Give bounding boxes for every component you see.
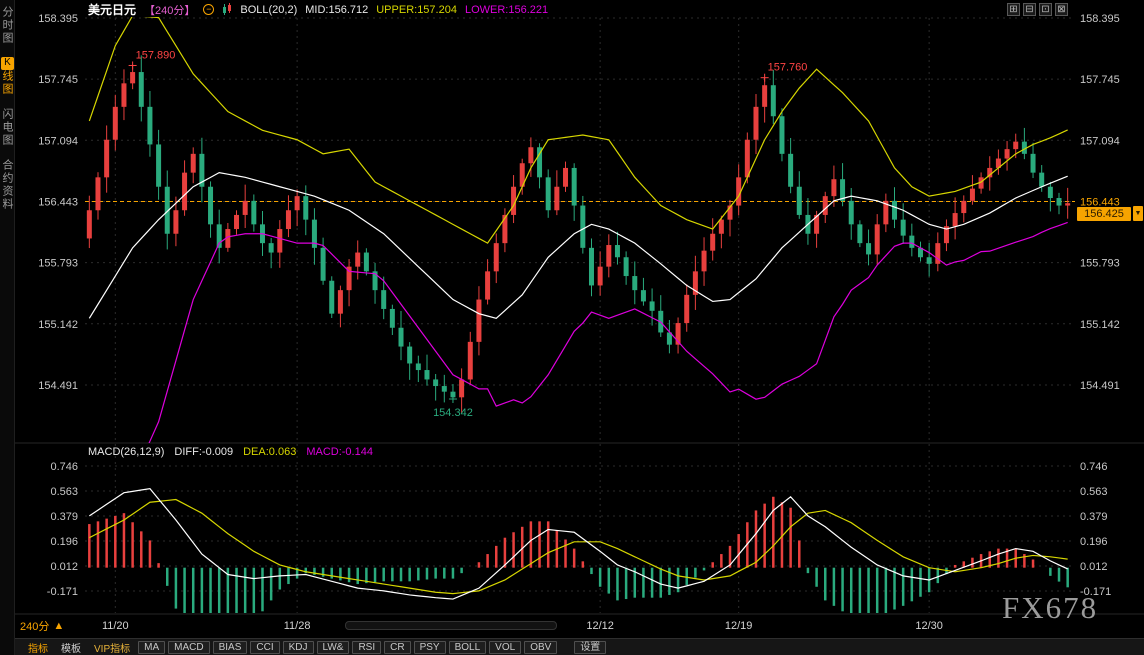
axis-label: -0.171 — [47, 586, 78, 598]
indicator-button-BOLL[interactable]: BOLL — [449, 641, 487, 654]
indicator-button-MACD[interactable]: MACD — [168, 641, 209, 654]
symbol-title: 美元日元 — [88, 1, 136, 18]
axis-label: 0.746 — [50, 461, 78, 473]
price-annotation: 157.760 — [768, 62, 808, 74]
axis-label: 0.563 — [1080, 486, 1108, 498]
toolbar-tab-模板[interactable]: 模板 — [56, 640, 86, 655]
axis-label: 157.094 — [38, 135, 78, 147]
price-chart-canvas[interactable]: 157.890157.760154.342158.395158.395157.7… — [0, 0, 1144, 655]
axis-label: 11/20 — [102, 620, 129, 632]
chart-scrollbar[interactable] — [345, 621, 557, 630]
sidebar-item-3[interactable]: 闪电图 — [0, 108, 15, 147]
timeframe-label[interactable]: 【240分】 — [144, 2, 195, 18]
indicator-button-CR[interactable]: CR — [384, 641, 410, 654]
axis-label: 155.793 — [38, 258, 78, 270]
toolbar-tab-VIP指标[interactable]: VIP指标 — [89, 640, 135, 655]
price-annotation: 157.890 — [136, 49, 176, 61]
close-panel-icon[interactable]: ⊠ — [1055, 3, 1068, 16]
axis-label: 154.491 — [1080, 380, 1120, 392]
boll-lower-value: LOWER:156.221 — [465, 4, 548, 16]
candle-icon — [222, 3, 232, 16]
boll-label[interactable]: BOLL(20,2) — [240, 4, 297, 16]
axis-label: 155.142 — [38, 319, 78, 331]
axis-label: 155.793 — [1080, 258, 1120, 270]
indicator-button-CCI[interactable]: CCI — [250, 641, 279, 654]
axis-label: 156.443 — [38, 197, 78, 209]
axis-label: 0.196 — [50, 536, 78, 548]
grid-layout-icon[interactable]: ⊟ — [1023, 3, 1036, 16]
indicator-button-RSI[interactable]: RSI — [352, 641, 381, 654]
indicator-button-OBV[interactable]: OBV — [524, 641, 557, 654]
axis-label: 0.746 — [1080, 461, 1108, 473]
period-toggle[interactable]: 240分 ▲ — [20, 618, 64, 634]
watermark: FX678 — [1002, 590, 1098, 626]
macd-bar-value: MACD:-0.144 — [306, 446, 373, 458]
axis-label: 157.094 — [1080, 135, 1120, 147]
macd-dea-value: DEA:0.063 — [243, 446, 296, 458]
last-price-tag: 156.425 — [1077, 207, 1131, 221]
left-sidebar: 分时图 K线图闪电图合约资料 — [0, 0, 15, 655]
axis-label: 157.745 — [1080, 74, 1120, 86]
sidebar-item-1[interactable]: 分时图 — [0, 6, 15, 45]
axis-label: 12/19 — [725, 620, 753, 632]
toolbar-tab-指标[interactable]: 指标 — [23, 640, 53, 655]
timeframe-menu-icon[interactable]: − — [203, 4, 214, 15]
period-label: 240分 — [20, 618, 49, 634]
sidebar-item-4[interactable]: 合约资料 — [0, 159, 15, 211]
axis-label: 12/12 — [586, 620, 614, 632]
kline-badge: K — [1, 57, 14, 70]
sidebar-item-2[interactable]: K线图 — [0, 57, 15, 96]
indicator-button-PSY[interactable]: PSY — [414, 641, 446, 654]
axis-label: 155.142 — [1080, 319, 1120, 331]
axis-label: 0.379 — [1080, 511, 1108, 523]
axis-label: 0.563 — [50, 486, 78, 498]
boll-upper-value: UPPER:157.204 — [376, 4, 457, 16]
axis-label: 157.745 — [38, 74, 78, 86]
axis-label: 0.012 — [50, 561, 78, 573]
axis-label: 0.012 — [1080, 561, 1108, 573]
axis-label: 154.491 — [38, 380, 78, 392]
axis-label: 0.196 — [1080, 536, 1108, 548]
macd-header: MACD(26,12,9) DIFF:-0.009 DEA:0.063 MACD… — [88, 446, 373, 458]
expand-icon: ▲ — [53, 620, 64, 632]
indicator-button-BIAS[interactable]: BIAS — [213, 641, 248, 654]
window-controls: ⊞⊟⊡⊠ — [1007, 3, 1068, 16]
settings-button[interactable]: 设置 — [574, 641, 606, 654]
macd-diff-value: DIFF:-0.009 — [174, 446, 233, 458]
chart-header: 美元日元 【240分】 − BOLL(20,2) MID:156.712 UPP… — [15, 0, 1144, 19]
trading-app: 分时图 K线图闪电图合约资料 美元日元 【240分】 − BOLL(20,2) M… — [0, 0, 1144, 655]
price-annotation: 154.342 — [433, 407, 473, 419]
axis-label: 11/28 — [284, 620, 311, 632]
macd-title[interactable]: MACD(26,12,9) — [88, 446, 164, 458]
maximize-panel-icon[interactable]: ⊡ — [1039, 3, 1052, 16]
indicator-button-LW&[interactable]: LW& — [317, 641, 350, 654]
axis-label: 12/30 — [915, 620, 943, 632]
price-scroll-marker[interactable]: ▼ — [1133, 206, 1143, 221]
indicator-button-KDJ[interactable]: KDJ — [283, 641, 314, 654]
indicator-button-VOL[interactable]: VOL — [489, 641, 521, 654]
axis-label: 0.379 — [50, 511, 78, 523]
indicator-button-MA[interactable]: MA — [138, 641, 165, 654]
bottom-toolbar: 指标模板VIP指标MAMACD BIASCCI KDJLW&RSICR PSYBOLL… — [15, 638, 1144, 655]
add-panel-icon[interactable]: ⊞ — [1007, 3, 1020, 16]
boll-mid-value: MID:156.712 — [305, 4, 368, 16]
